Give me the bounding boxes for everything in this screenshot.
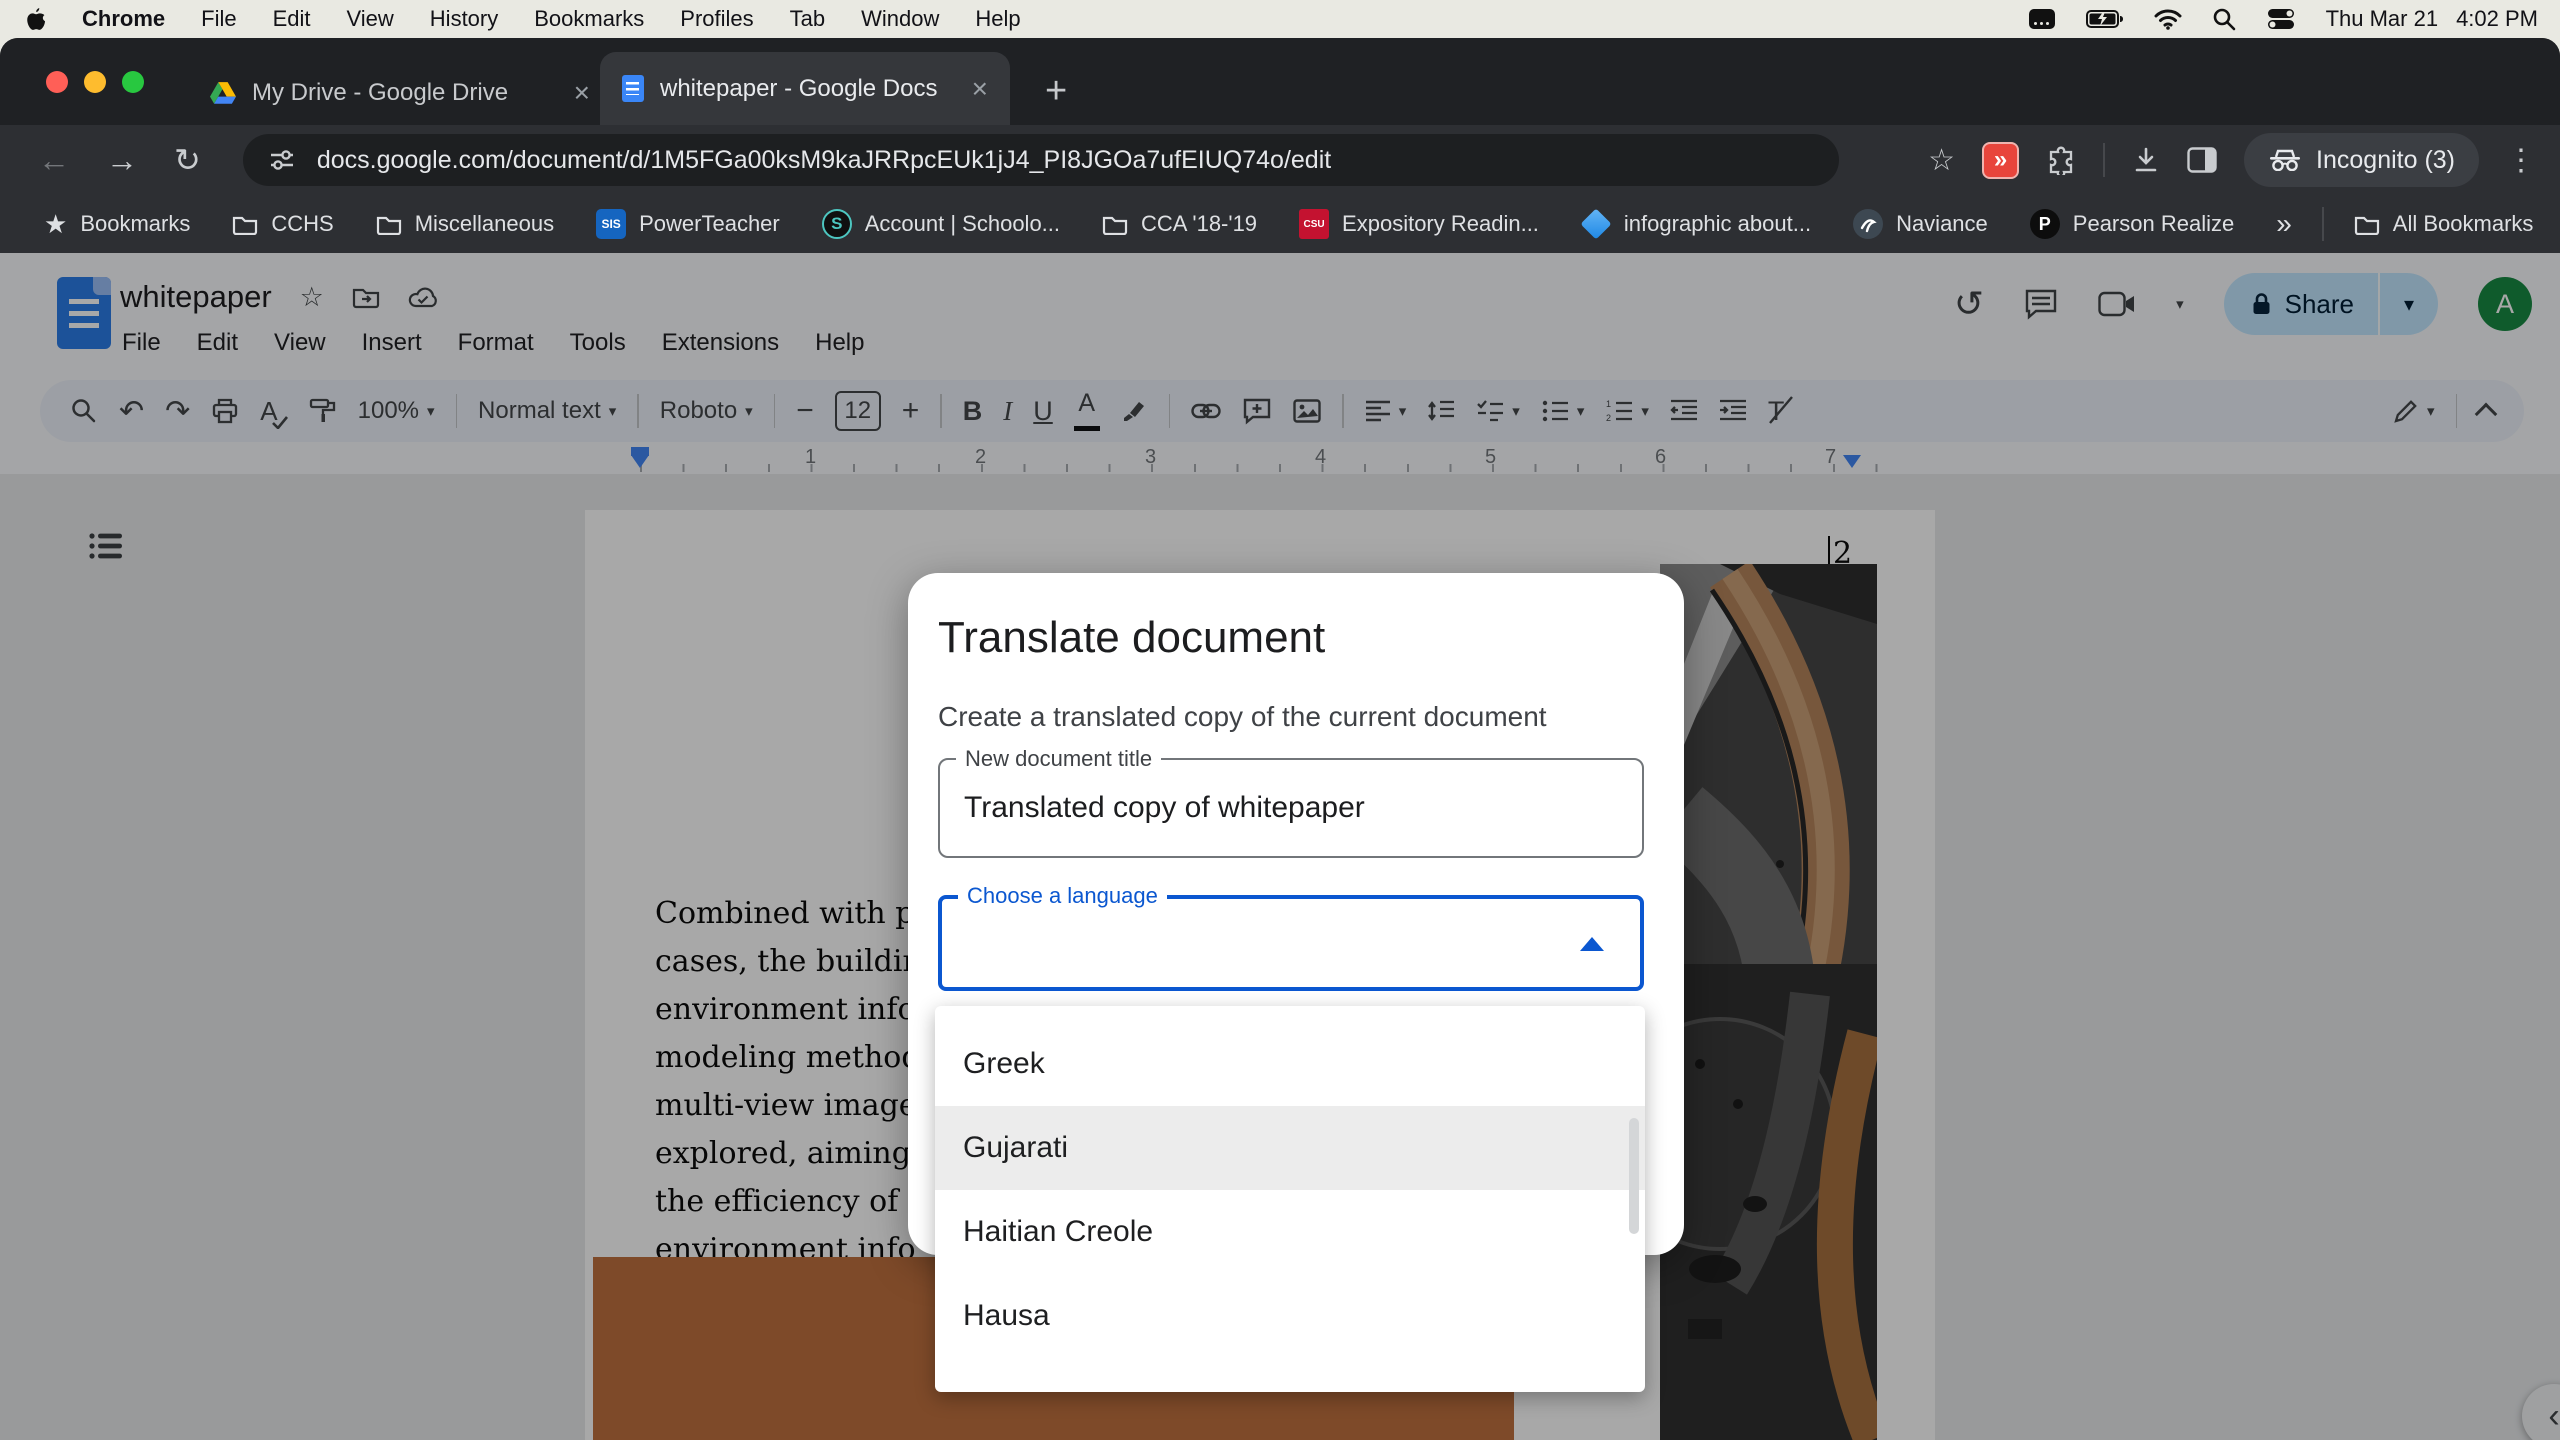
url-text[interactable]: docs.google.com/document/d/1M5FGa00ksM9k… [317, 146, 1331, 175]
naviance-icon [1853, 209, 1883, 239]
menubar-item-history[interactable]: History [430, 6, 498, 32]
tab-close-icon[interactable]: × [972, 73, 988, 105]
folder-icon [2354, 214, 2380, 235]
incognito-label: Incognito (3) [2316, 146, 2455, 175]
zoom-window-button[interactable] [122, 71, 144, 93]
browser-menu-icon[interactable]: ⋮ [2506, 143, 2536, 178]
google-docs-app: whitepaper ☆ File Edit View Insert Forma… [0, 253, 2560, 1440]
bookmark-item-infographic[interactable]: infographic about... [1581, 211, 1811, 237]
pearson-icon: P [2030, 209, 2060, 239]
bookmark-folder-cca[interactable]: CCA '18-'19 [1102, 211, 1257, 237]
spotlight-search-icon[interactable] [2212, 7, 2236, 31]
menubar-date[interactable]: Thu Mar 21 [2326, 6, 2439, 32]
browser-window: My Drive - Google Drive × whitepaper - G… [0, 38, 2560, 1440]
menubar-item-bookmarks[interactable]: Bookmarks [534, 6, 644, 32]
language-option-greek[interactable]: Greek [935, 1022, 1645, 1106]
tab-strip: My Drive - Google Drive × whitepaper - G… [0, 38, 2560, 125]
list-scrollbar-thumb[interactable] [1629, 1118, 1639, 1234]
close-window-button[interactable] [46, 71, 68, 93]
browser-toolbar: ← → ↻ docs.google.com/document/d/1M5FGa0… [0, 125, 2560, 195]
language-option-hausa[interactable]: Hausa [935, 1274, 1645, 1358]
dialog-title: Translate document [938, 613, 1325, 663]
bookmark-item-schoology[interactable]: S Account | Schoolo... [822, 209, 1060, 239]
folder-icon [376, 214, 402, 235]
menubar-item-window[interactable]: Window [861, 6, 939, 32]
menubar-item-chrome[interactable]: Chrome [82, 6, 165, 32]
csu-icon: CSU [1299, 209, 1329, 239]
google-drive-icon [210, 82, 236, 105]
extensions-icon[interactable] [2046, 145, 2076, 175]
tab-whitepaper-active[interactable]: whitepaper - Google Docs × [600, 52, 1010, 125]
choose-language-select[interactable]: Choose a language [938, 895, 1644, 991]
forward-icon[interactable]: → [106, 142, 138, 179]
toolbar-actions: ☆ » Incognito (3) [1928, 133, 2536, 187]
bookmark-folder-miscellaneous[interactable]: Miscellaneous [376, 211, 554, 237]
menubar-item-file[interactable]: File [201, 6, 236, 32]
menubar-item-profiles[interactable]: Profiles [680, 6, 753, 32]
bookmark-item-expository[interactable]: CSU Expository Readin... [1299, 209, 1539, 239]
new-document-title-value[interactable]: Translated copy of whitepaper [964, 760, 1365, 856]
macos-menubar: Chrome File Edit View History Bookmarks … [0, 0, 2560, 38]
language-option-haitian-creole[interactable]: Haitian Creole [935, 1190, 1645, 1274]
bookmarks-bar: ★ Bookmarks CCHS Miscellaneous SIS Power… [0, 195, 2560, 253]
downloads-icon[interactable] [2132, 146, 2160, 174]
dialog-subtitle: Create a translated copy of the current … [938, 701, 1547, 733]
collapse-dropdown-icon[interactable] [1580, 937, 1604, 951]
schoology-icon: S [822, 209, 852, 239]
incognito-badge[interactable]: Incognito (3) [2244, 133, 2479, 187]
language-option-gujarati[interactable]: Gujarati [935, 1106, 1645, 1190]
powerteacher-icon: SIS [596, 209, 626, 239]
menubar-item-help[interactable]: Help [975, 6, 1020, 32]
new-document-title-field[interactable]: New document title Translated copy of wh… [938, 758, 1644, 858]
menubar-item-view[interactable]: View [347, 6, 394, 32]
language-options-list: Greek Gujarati Haitian Creole Hausa [935, 1006, 1645, 1392]
reload-icon[interactable]: ↻ [174, 141, 201, 179]
incognito-icon [2268, 149, 2302, 171]
tab-title: whitepaper - Google Docs [660, 75, 956, 103]
back-icon[interactable]: ← [38, 142, 70, 179]
adblock-extension-icon[interactable]: » [1982, 142, 2019, 179]
minimize-window-button[interactable] [84, 71, 106, 93]
diamond-icon [1580, 208, 1611, 239]
new-tab-button[interactable]: + [1045, 70, 1067, 113]
battery-icon[interactable] [2086, 10, 2124, 28]
bookmarks-overflow-icon[interactable]: » [2276, 208, 2292, 240]
window-controls [46, 71, 144, 93]
menubar-item-tab[interactable]: Tab [790, 6, 825, 32]
wifi-icon[interactable] [2154, 9, 2182, 30]
tab-close-icon[interactable]: × [574, 77, 590, 109]
menubar-time[interactable]: 4:02 PM [2456, 6, 2538, 32]
control-center-icon[interactable] [2266, 8, 2296, 30]
folder-icon [232, 214, 258, 235]
tab-my-drive[interactable]: My Drive - Google Drive × [210, 68, 590, 118]
bookmark-item-naviance[interactable]: Naviance [1853, 209, 1988, 239]
all-bookmarks-folder[interactable]: All Bookmarks [2354, 211, 2534, 237]
bookmark-folder-cchs[interactable]: CCHS [232, 211, 333, 237]
bookmark-star-icon[interactable]: ☆ [1928, 143, 1955, 178]
folder-icon [1102, 214, 1128, 235]
tab-title: My Drive - Google Drive [252, 79, 558, 107]
bookmarks-divider [2322, 207, 2324, 241]
address-bar[interactable]: docs.google.com/document/d/1M5FGa00ksM9k… [243, 134, 1839, 186]
star-icon: ★ [44, 209, 67, 240]
google-docs-favicon [622, 75, 644, 102]
choose-language-label: Choose a language [958, 883, 1167, 909]
apple-logo-icon [26, 7, 46, 31]
toolbar-divider [2103, 143, 2105, 177]
menubar-item-edit[interactable]: Edit [273, 6, 311, 32]
bookmark-item-bookmarks[interactable]: ★ Bookmarks [44, 209, 190, 240]
apple-menu[interactable] [26, 7, 46, 31]
bookmark-item-powerteacher[interactable]: SIS PowerTeacher [596, 209, 780, 239]
bookmarks-bar-right: » All Bookmarks [2276, 207, 2533, 241]
site-settings-icon[interactable] [269, 147, 295, 173]
side-panel-icon[interactable] [2187, 147, 2217, 173]
display-icon[interactable] [2028, 8, 2056, 30]
bookmark-item-pearson[interactable]: P Pearson Realize [2030, 209, 2234, 239]
